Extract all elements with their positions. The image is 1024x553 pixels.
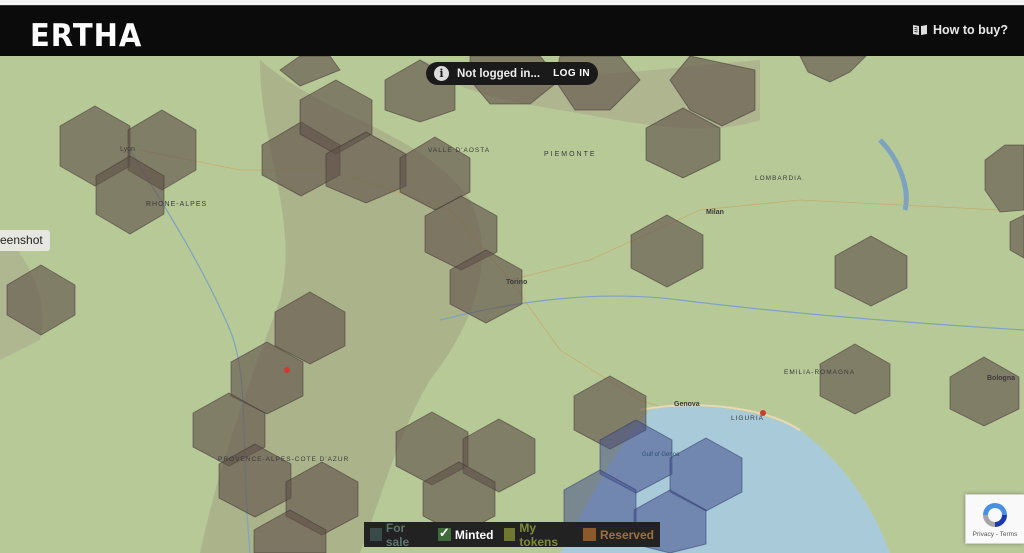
legend-my-tokens[interactable]: My tokens: [503, 520, 573, 549]
ertha-logo[interactable]: ERTHA: [30, 17, 142, 54]
check-icon: ✓: [438, 525, 450, 540]
recaptcha-badge[interactable]: Privacy - Terms: [965, 494, 1024, 544]
screenshot-tab-label: eenshot: [0, 233, 43, 247]
legend-label: For sale: [385, 520, 410, 549]
legend-label: Reserved: [599, 527, 654, 542]
map-label: Gulf of Genoa: [642, 452, 680, 458]
legend-for-sale[interactable]: For sale: [370, 521, 428, 549]
recaptcha-icon: [983, 503, 1007, 527]
hex-map[interactable]: Lyon RHONE-ALPES VALLE D'AOSTA PIEMONTE …: [0, 56, 1024, 553]
map-label: EMILIA-ROMAGNA: [784, 369, 855, 376]
app-header: ERTHA How to buy?: [0, 6, 1024, 56]
map-label: PIEMONTE: [544, 151, 597, 158]
minted-swatch: ✓: [437, 525, 451, 541]
how-to-buy-link[interactable]: How to buy?: [912, 23, 1008, 37]
info-icon: i: [434, 66, 449, 81]
map-label: Bologna: [987, 375, 1015, 382]
hex-tile[interactable]: [1009, 214, 1024, 259]
login-notice: i Not logged in... LOG IN: [426, 62, 598, 85]
map-legend: For sale ✓ Minted My tokens Reserved: [364, 520, 660, 549]
screenshot-tab[interactable]: eenshot: [0, 230, 50, 251]
my-tokens-swatch: [503, 528, 516, 541]
map-label: RHONE-ALPES: [146, 201, 207, 208]
legend-reserved[interactable]: Reserved: [582, 527, 654, 542]
map-label: PROVENCE-ALPES-COTE D'AZUR: [218, 456, 349, 463]
map-label: Milan: [706, 209, 724, 216]
book-icon: [913, 25, 927, 35]
login-status: Not logged in...: [457, 67, 541, 80]
map-label: LIGURIA: [731, 415, 764, 422]
legend-minted[interactable]: ✓ Minted: [437, 525, 494, 542]
map-label: LOMBARDIA: [755, 175, 802, 182]
map-canvas[interactable]: Lyon RHONE-ALPES VALLE D'AOSTA PIEMONTE …: [0, 56, 1024, 553]
map-label: VALLE D'AOSTA: [428, 147, 490, 154]
how-to-buy-label: How to buy?: [933, 23, 1008, 37]
for-sale-swatch: [370, 528, 382, 541]
map-label: Torino: [506, 279, 527, 286]
map-label: Lyon: [120, 146, 135, 153]
log-in-button[interactable]: LOG IN: [553, 68, 590, 79]
map-pin[interactable]: [284, 367, 290, 373]
legend-label: My tokens: [519, 520, 559, 549]
recaptcha-links[interactable]: Privacy - Terms: [973, 531, 1018, 538]
map-label: Genova: [674, 401, 700, 408]
reserved-swatch: [582, 528, 596, 541]
legend-label: Minted: [454, 527, 494, 542]
